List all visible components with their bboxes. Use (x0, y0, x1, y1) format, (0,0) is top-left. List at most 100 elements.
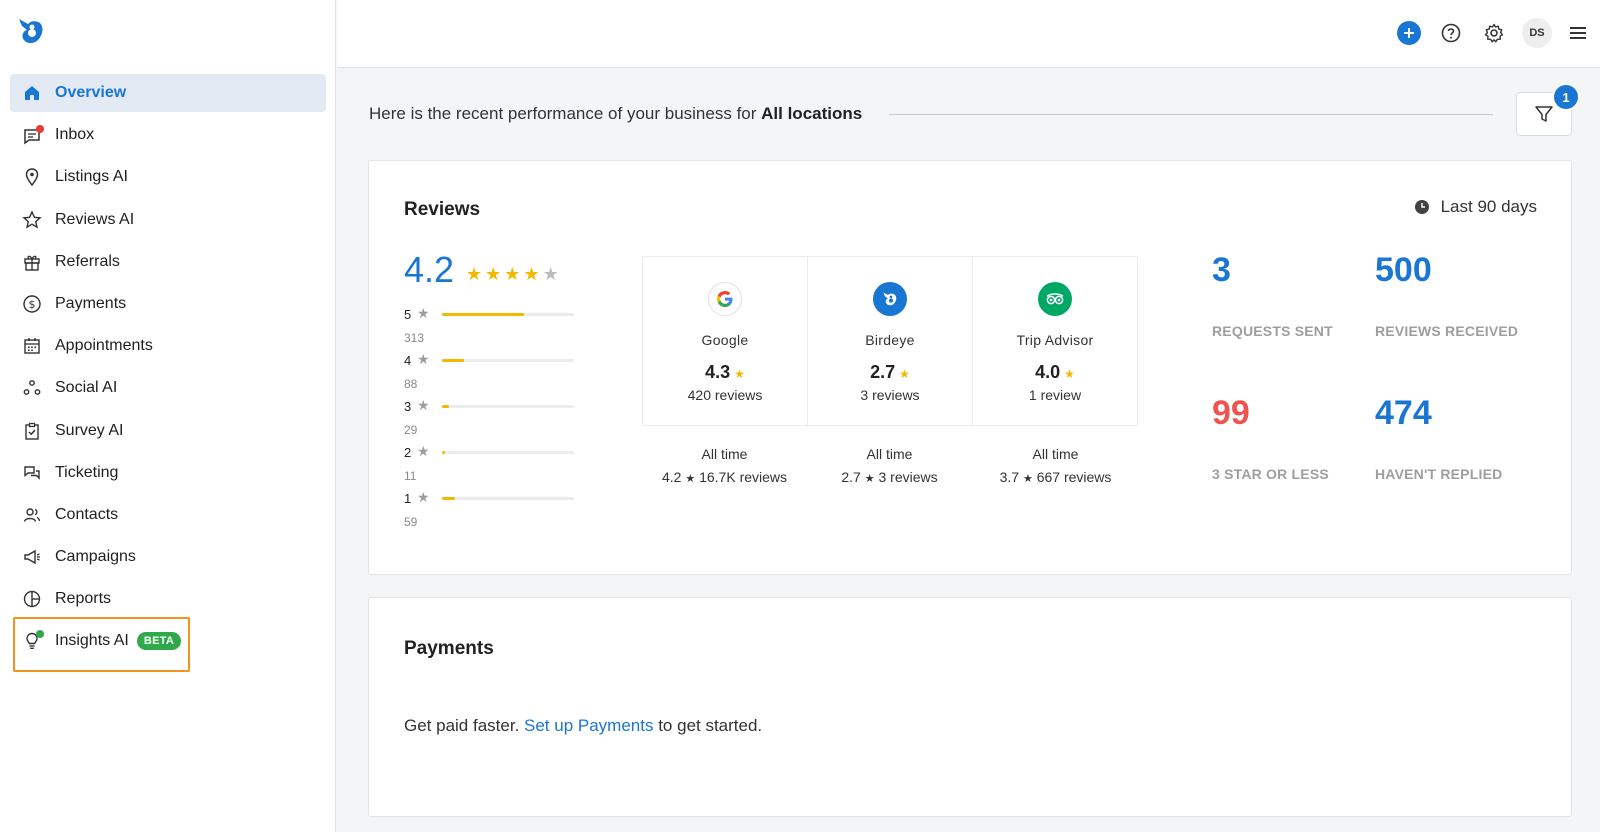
users-icon (22, 505, 42, 525)
period-selector[interactable]: Last 90 days (1414, 197, 1537, 217)
user-avatar[interactable]: DS (1522, 18, 1552, 48)
settings-button[interactable] (1481, 20, 1507, 46)
sidebar: Overview Inbox Listings AI Reviews AI Re… (0, 0, 336, 832)
clock-icon (1414, 200, 1429, 214)
unread-dot (36, 125, 44, 134)
gear-icon (1484, 23, 1504, 43)
star-icon: ★ (685, 473, 696, 485)
source-tripadvisor[interactable]: Trip Advisor 4.0 ★ 1 review (973, 257, 1137, 425)
sidebar-item-social-ai[interactable]: Social AI (10, 369, 326, 407)
alltime-rating: 3.7 (999, 469, 1020, 485)
sidebar-item-label: Listings AI (55, 168, 128, 186)
svg-text:$: $ (29, 298, 36, 311)
stat-requests-sent[interactable]: 3 (1212, 251, 1231, 290)
star-icon: ★ (417, 443, 430, 459)
sidebar-item-label: Overview (55, 84, 127, 101)
distribution-row[interactable]: 3 ★ 29 (404, 397, 584, 445)
gift-icon (22, 252, 42, 272)
sidebar-item-contacts[interactable]: Contacts (10, 496, 326, 534)
add-button[interactable] (1397, 21, 1421, 45)
stat-reviews-received[interactable]: 500 (1375, 251, 1432, 290)
star-icon: ★ (417, 305, 430, 321)
stat-label: REVIEWS RECEIVED (1375, 323, 1519, 339)
sidebar-item-survey-ai[interactable]: Survey AI (10, 412, 326, 450)
stat-havent-replied[interactable]: 474 (1375, 394, 1432, 433)
sidebar-item-label: Inbox (55, 126, 95, 144)
top-bar: DS (337, 0, 1600, 68)
google-logo-icon (708, 282, 742, 316)
star-icon: ★ (417, 489, 430, 505)
distribution-row[interactable]: 2 ★ 11 (404, 443, 584, 491)
sidebar-item-ticketing[interactable]: Ticketing (10, 454, 326, 492)
sidebar-item-payments[interactable]: $ Payments (10, 285, 326, 323)
sidebar-nav: Overview Inbox Listings AI Reviews AI Re… (10, 74, 326, 665)
location-scope: All locations (761, 104, 863, 123)
reviews-card: Reviews Last 90 days 4.2 ★ ★ ★ ★ ★ 5 ★ 3… (368, 160, 1572, 575)
distribution-bar-fill (442, 359, 465, 362)
alltime-birdeye: All time 2.7 ★ 3 reviews (807, 443, 972, 491)
pie-chart-icon (22, 589, 42, 609)
star-count: 59 (404, 515, 418, 529)
star-level: 2 (404, 445, 412, 460)
birdeye-logo[interactable] (16, 16, 46, 46)
sidebar-item-label: Reviews AI (55, 210, 135, 228)
inbox-icon (22, 125, 44, 145)
setup-payments-link[interactable]: Set up Payments (524, 716, 653, 735)
source-count: 1 review (1028, 387, 1082, 403)
social-nodes-icon (22, 378, 42, 398)
sidebar-item-label: Reports (55, 590, 112, 608)
chat-bubbles-icon (22, 463, 42, 483)
sidebar-item-label: Campaigns (55, 548, 136, 566)
distribution-bar-fill (442, 497, 456, 500)
star-icon: ★ (1064, 367, 1075, 381)
sidebar-item-label: Contacts (55, 505, 119, 523)
source-rating-row: 2.7 ★ (808, 362, 972, 383)
sidebar-item-referrals[interactable]: Referrals (10, 243, 326, 281)
filter-count-badge: 1 (1552, 83, 1580, 111)
sidebar-item-insights-ai[interactable]: Insights AI BETA (10, 622, 326, 660)
source-google[interactable]: Google 4.3 ★ 420 reviews (643, 257, 808, 425)
star-icon: ★ (864, 473, 875, 485)
stat-label: REQUESTS SENT (1212, 323, 1333, 339)
source-rating: 4.3 (705, 362, 731, 382)
sidebar-item-reviews-ai[interactable]: Reviews AI (10, 201, 326, 239)
distribution-bar-fill (442, 313, 524, 316)
help-button[interactable] (1438, 20, 1464, 46)
source-rating: 4.0 (1035, 362, 1061, 382)
star-icon: ★ (734, 367, 745, 381)
sidebar-item-label: Social AI (55, 379, 118, 397)
divider (889, 114, 1493, 115)
sidebar-item-appointments[interactable]: Appointments (10, 327, 326, 365)
megaphone-icon (22, 547, 42, 567)
star-filled-icon: ★ (523, 264, 540, 284)
distribution-row[interactable]: 4 ★ 88 (404, 351, 584, 399)
review-sources: Google 4.3 ★ 420 reviews Birdeye 2.7 ★ 3 r… (642, 256, 1138, 426)
birdeye-logo-icon (873, 282, 907, 316)
distribution-row[interactable]: 1 ★ 59 (404, 489, 584, 537)
star-icon (22, 209, 42, 230)
source-name: Google (701, 332, 749, 348)
star-level: 3 (404, 399, 412, 414)
star-count: 29 (404, 423, 418, 437)
overall-rating: 4.2 (404, 249, 455, 290)
payments-title: Payments (404, 638, 494, 659)
lightbulb-icon (22, 630, 44, 651)
star-count: 313 (404, 331, 425, 345)
source-birdeye[interactable]: Birdeye 2.7 ★ 3 reviews (808, 257, 973, 425)
sidebar-item-overview[interactable]: Overview (10, 74, 326, 112)
sidebar-item-listings-ai[interactable]: Listings AI (10, 158, 326, 196)
distribution-bar-track (442, 313, 574, 316)
menu-button[interactable] (1565, 20, 1591, 46)
source-count: 420 reviews (687, 387, 763, 403)
tripadvisor-logo-icon (1038, 282, 1072, 316)
stat-label: 3 STAR OR LESS (1212, 466, 1329, 482)
distribution-bar-fill (442, 405, 449, 408)
location-pin-icon (22, 167, 42, 187)
sidebar-item-label: Insights AI (55, 632, 129, 650)
sidebar-item-reports[interactable]: Reports (10, 580, 326, 618)
stat-three-star-or-less[interactable]: 99 (1212, 394, 1250, 433)
sidebar-item-inbox[interactable]: Inbox (10, 116, 326, 154)
sidebar-item-label: Survey AI (55, 421, 124, 439)
sidebar-item-campaigns[interactable]: Campaigns (10, 538, 326, 576)
distribution-row[interactable]: 5 ★ 313 (404, 305, 584, 353)
